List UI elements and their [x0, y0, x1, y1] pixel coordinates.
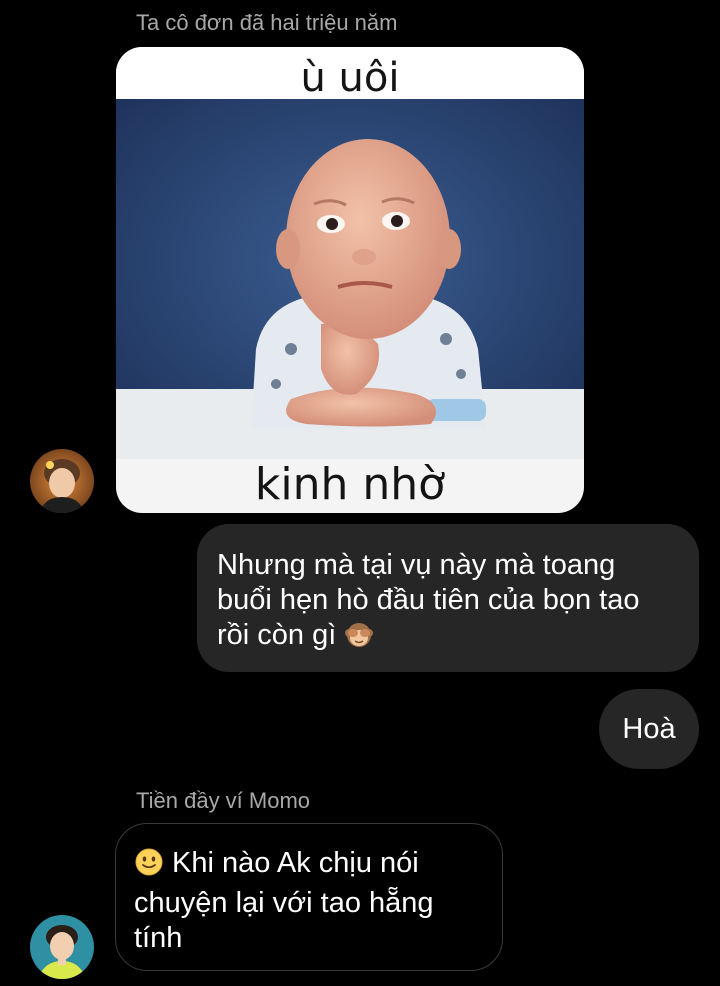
baby-photo: [116, 99, 584, 459]
avatar-portrait-icon: [30, 449, 94, 513]
message-text-line: Nhưng mà tại vụ này mà toang: [217, 549, 616, 581]
message-text: Hoà: [622, 713, 676, 745]
message-text-segment: Khi nào Ak chịu nói: [164, 847, 419, 879]
message-text-line: chuyện lại với tao hẵng: [134, 887, 434, 919]
avatar[interactable]: [30, 915, 94, 979]
sticker-top-caption: ù uôi: [300, 55, 400, 101]
sticker-bottom-caption: kinh nhờ: [254, 459, 446, 510]
message-text-line: Khi nào Ak chịu nói: [134, 846, 484, 886]
message-text-line: rồi còn gì: [217, 618, 679, 658]
see-no-evil-monkey-icon: [344, 619, 374, 658]
message-text-segment: rồi còn gì: [217, 619, 337, 651]
avatar[interactable]: [30, 449, 94, 513]
message-text-line: buổi hẹn hò đầu tiên của bọn tao: [217, 584, 640, 616]
outgoing-message-bubble[interactable]: Nhưng mà tại vụ này mà toang buổi hẹn hò…: [197, 524, 699, 672]
slightly-smiling-face-icon: [134, 847, 164, 886]
incoming-message-bubble[interactable]: Khi nào Ak chịu nói chuyện lại với tao h…: [115, 823, 503, 971]
avatar-portrait-icon: [30, 915, 94, 979]
sender-name: Tiền đầy ví Momo: [136, 788, 311, 813]
sender-name: Ta cô đơn đã hai triệu năm: [136, 10, 398, 35]
message-text-line: tính: [134, 922, 183, 954]
outgoing-message-bubble[interactable]: Hoà: [599, 689, 699, 769]
sticker-image[interactable]: ù uôi kinh nhờ: [116, 47, 584, 513]
